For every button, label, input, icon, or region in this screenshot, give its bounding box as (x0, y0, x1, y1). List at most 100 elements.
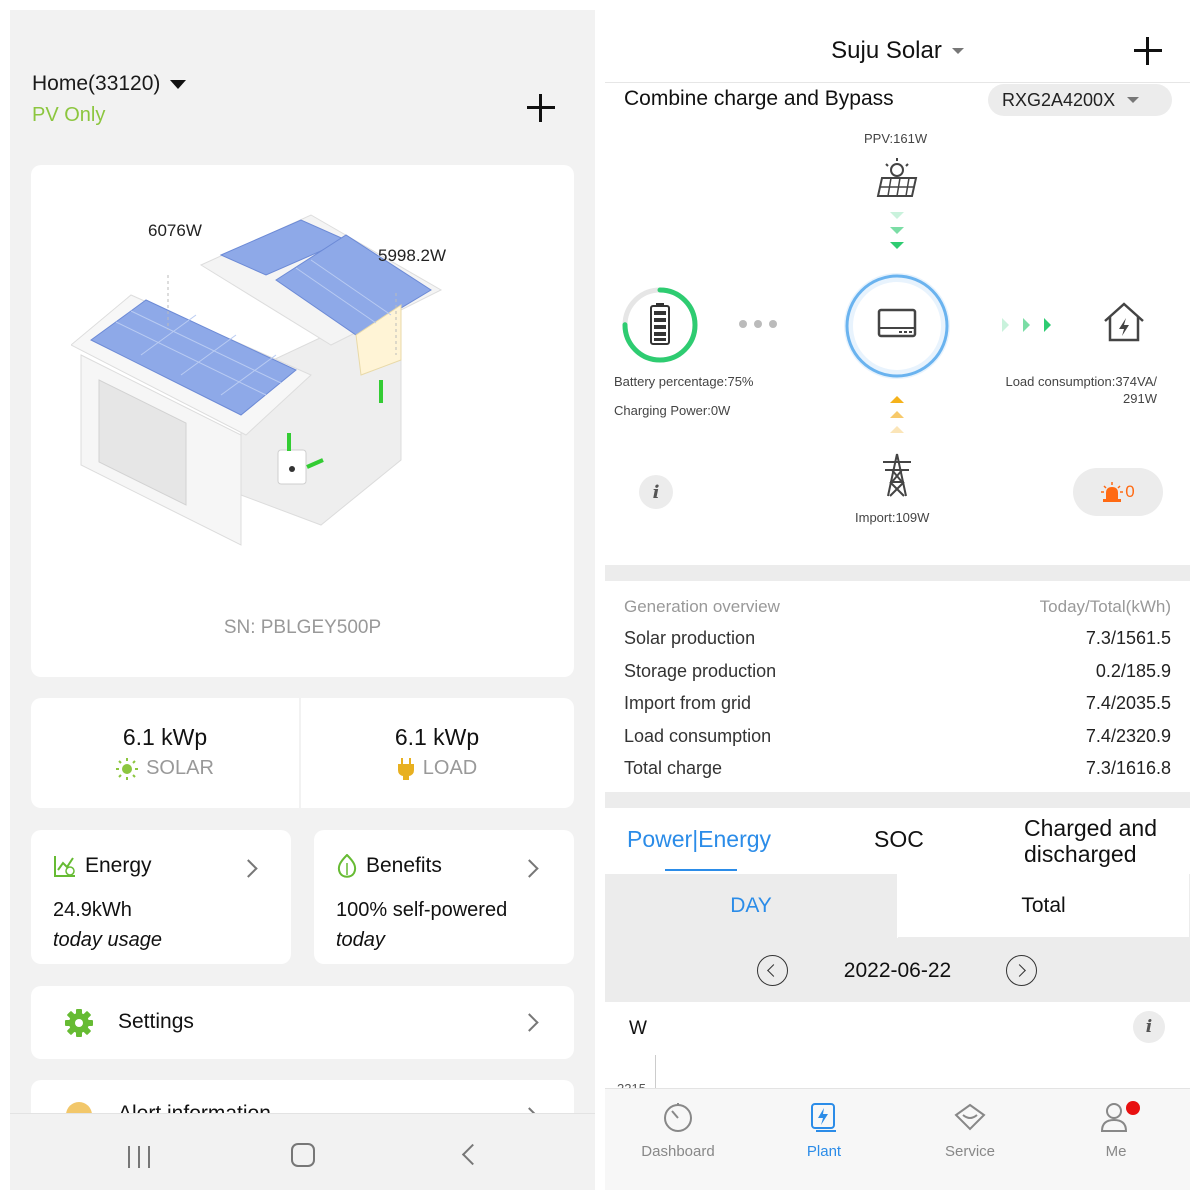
inverter-hub[interactable] (841, 270, 953, 382)
chevron-right-icon (239, 859, 258, 878)
segment-day[interactable]: DAY (605, 874, 897, 938)
tab-plant-label: Plant (806, 1143, 842, 1160)
energy-value: 24.9kWh (53, 899, 132, 921)
settings-row[interactable]: Settings (31, 986, 574, 1059)
recent-apps-icon[interactable] (128, 1146, 152, 1168)
alarm-count: 0 (1125, 482, 1135, 501)
load-consumption-line1: Load consumption:374VA/ (1005, 374, 1157, 389)
generation-row-value: 7.4/2320.9 (1085, 725, 1171, 746)
plant-bolt-icon (811, 1103, 836, 1132)
generation-row-label: Total charge (624, 758, 723, 779)
bottom-tab-bar: Dashboard Plant Service Me (605, 1088, 1190, 1190)
device-selector[interactable]: RXG2A4200X (988, 84, 1172, 116)
energy-title: Energy (85, 854, 152, 877)
grid-tower-icon[interactable] (880, 452, 914, 498)
caret-down-icon (170, 79, 187, 89)
generation-row-value: 7.3/1616.8 (1085, 758, 1171, 779)
alarm-light-icon (1101, 482, 1124, 502)
generation-row: Import from grid 7.4/2035.5 (624, 693, 1171, 714)
tab-me[interactable]: Me (1043, 1089, 1189, 1190)
tab-dashboard[interactable]: Dashboard (605, 1089, 751, 1190)
generation-row: Total charge 7.3/1616.8 (624, 758, 1171, 779)
service-diamond-icon (954, 1103, 986, 1131)
tab-me-label: Me (1105, 1143, 1127, 1160)
solar-capacity-value: 6.1 kWp (122, 724, 208, 750)
ppv-label: PPV:161W (864, 131, 928, 146)
grid-import: Import:109W (855, 510, 930, 525)
settings-label: Settings (118, 1010, 194, 1033)
solar-power-label: 6076W (148, 221, 202, 240)
mode-label: PV Only (32, 104, 106, 126)
generation-unit-label: Today/Total(kWh) (1039, 597, 1171, 616)
chevron-right-icon (520, 859, 539, 878)
generation-row: Solar production 7.3/1561.5 (624, 628, 1171, 649)
load-consumption-line2: 291W (1123, 391, 1157, 406)
plant-selector[interactable]: Suju Solar (605, 37, 1190, 65)
generation-row-value: 0.2/185.9 (1095, 660, 1171, 681)
flow-down-arrows-icon (890, 212, 904, 249)
alarm-button[interactable]: 0 (1073, 468, 1163, 516)
benefits-sub: today (336, 929, 385, 951)
energy-card[interactable]: Energy 24.9kWh today usage (31, 830, 291, 964)
home-screen: Home(33120) PV Only 6076W 5998.2W SN: PB… (10, 10, 595, 1190)
flow-idle-dots-icon (739, 320, 777, 328)
plug-icon (397, 757, 414, 780)
charging-power: Charging Power:0W (614, 403, 731, 418)
caret-down-icon (1127, 97, 1140, 103)
chevron-right-icon (520, 1013, 539, 1032)
load-power-label: 5998.2W (378, 246, 447, 265)
notification-dot (1126, 1101, 1140, 1115)
selected-date[interactable]: 2022-06-22 (605, 959, 1190, 983)
benefits-card[interactable]: Benefits 100% self-powered today (314, 830, 574, 964)
generation-row: Storage production 0.2/185.9 (624, 661, 1171, 682)
capacity-card: 6.1 kWp SOLAR 6.1 kWp LOAD (31, 698, 574, 808)
tab-charged-discharged[interactable]: Charged and discharged (1024, 815, 1157, 867)
leaf-icon (337, 854, 357, 878)
segment-total[interactable]: Total (898, 874, 1190, 938)
date-navigator: 2022-06-22 (605, 938, 1190, 1002)
generation-row-label: Storage production (624, 660, 777, 681)
load-capacity: 6.1 kWp LOAD (302, 698, 572, 808)
gauge-icon (664, 1103, 692, 1132)
house-load-icon[interactable] (1102, 301, 1146, 343)
add-icon[interactable] (1134, 37, 1162, 65)
section-separator (605, 792, 1190, 808)
battery-percentage: Battery percentage:75% (614, 374, 754, 389)
chart-unit-label: W (629, 1018, 647, 1039)
tab-charged-line2: discharged (1024, 841, 1137, 867)
generation-row-label: Solar production (624, 628, 756, 648)
solar-capacity: 6.1 kWp SOLAR (31, 698, 301, 808)
energy-sub: today usage (53, 929, 162, 951)
flow-up-arrows-icon (890, 396, 904, 433)
tab-service[interactable]: Service (897, 1089, 1043, 1190)
tab-charged-line1: Charged and (1024, 815, 1157, 841)
benefits-title: Benefits (366, 854, 442, 877)
load-capacity-value: 6.1 kWp (394, 724, 480, 750)
device-model: RXG2A4200X (1002, 89, 1116, 110)
active-tab-indicator (665, 869, 737, 871)
home-button-icon[interactable] (291, 1143, 315, 1167)
load-capacity-label: LOAD (422, 757, 478, 779)
info-icon[interactable]: i (639, 475, 673, 509)
add-icon[interactable] (527, 94, 555, 122)
tab-soc[interactable]: SOC (874, 826, 924, 853)
battery-gauge[interactable] (620, 285, 700, 365)
plant-screen: Suju Solar Combine charge and Bypass RXG… (605, 10, 1190, 1190)
flow-right-arrows-icon (1002, 318, 1051, 332)
divider (605, 82, 1190, 83)
gear-icon (65, 1009, 93, 1037)
generation-row-value: 7.4/2035.5 (1085, 693, 1171, 714)
chart-info-icon[interactable]: i (1133, 1011, 1165, 1043)
tab-plant[interactable]: Plant (751, 1089, 897, 1190)
generation-row-label: Load consumption (624, 725, 772, 746)
generation-overview-title: Generation overview (624, 597, 780, 616)
home-selector[interactable]: Home(33120) (32, 72, 187, 96)
home-title: Home(33120) (32, 72, 161, 95)
house-card[interactable]: 6076W 5998.2W SN: PBLGEY500P (31, 165, 574, 677)
tab-service-label: Service (944, 1143, 996, 1160)
generation-row-value: 7.3/1561.5 (1085, 628, 1171, 648)
next-date-icon[interactable] (1006, 955, 1037, 986)
tab-power-energy[interactable]: Power|Energy (627, 826, 771, 853)
android-nav-bar (10, 1113, 595, 1190)
back-icon[interactable] (461, 1143, 484, 1166)
